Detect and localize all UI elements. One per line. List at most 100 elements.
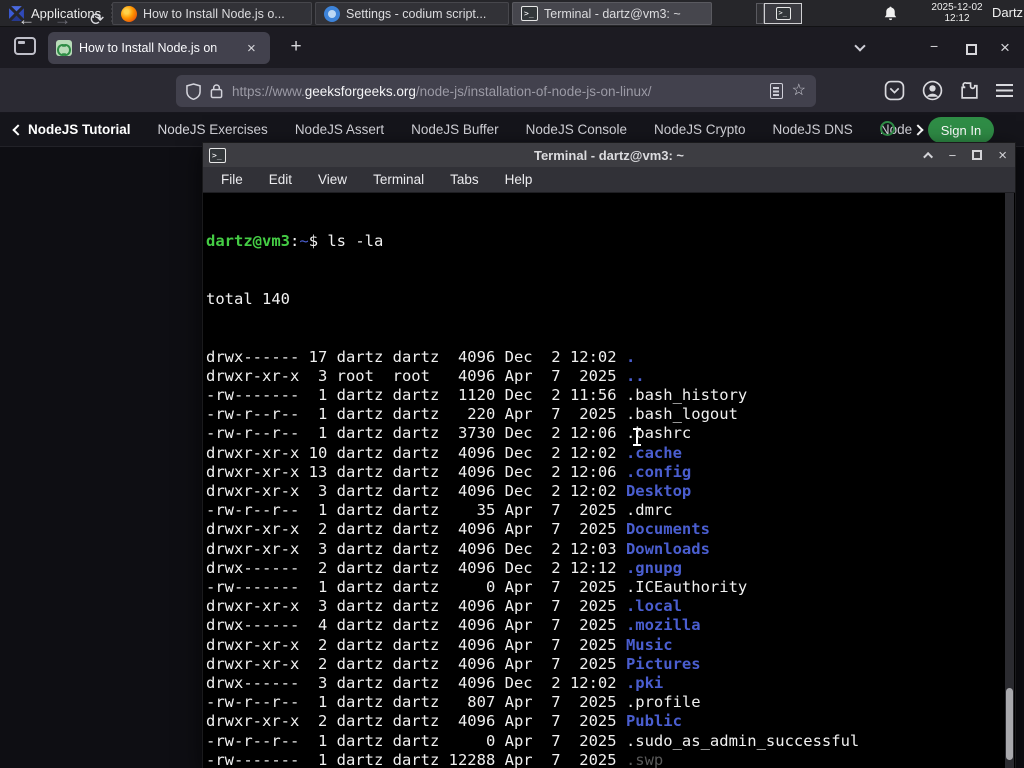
terminal-output-line: drwxr-xr-x 10 dartz dartz 4096 Dec 2 12:… (206, 443, 682, 462)
firefox-view-icon[interactable] (14, 37, 36, 55)
terminal-output-line: drwx------ 2 dartz dartz 4096 Dec 2 12:1… (206, 558, 682, 577)
terminal-output-line: drwx------ 4 dartz dartz 4096 Apr 7 2025… (206, 616, 701, 635)
terminal-scrollbar-thumb[interactable] (1006, 688, 1013, 760)
lock-icon[interactable] (210, 83, 223, 99)
terminal-listing: drwx------ 17 dartz dartz 4096 Dec 2 12:… (206, 348, 1015, 768)
window-minimize-button[interactable]: − (930, 38, 938, 54)
pocket-save-icon[interactable] (884, 80, 905, 101)
prompt-user-host: dartz@vm3 (206, 232, 290, 251)
window-close-button[interactable]: × (1000, 38, 1010, 58)
workspace-switcher[interactable]: >_ (756, 3, 802, 24)
nav-link-buffer[interactable]: NodeJS Buffer (411, 122, 499, 137)
terminal-output-line: -rw-r--r-- 1 dartz dartz 220 Apr 7 2025 … (206, 405, 738, 424)
geeksforgeeks-favicon (56, 40, 72, 56)
file-name: Documents (625, 520, 710, 539)
terminal-output-line: drwx------ 17 dartz dartz 4096 Dec 2 12:… (206, 347, 636, 366)
file-name: .ICEauthority (625, 578, 748, 597)
terminal-close-button[interactable]: × (998, 148, 1007, 163)
account-icon[interactable] (922, 80, 943, 101)
terminal-title-bar[interactable]: >_ Terminal - dartz@vm3: ~ (203, 143, 1015, 167)
reload-button[interactable]: ⟳ (90, 10, 104, 30)
url-scheme: https://www. (232, 83, 305, 99)
search-icon[interactable] (880, 121, 895, 136)
tracking-protection-shield-icon[interactable] (186, 82, 201, 100)
menu-file[interactable]: File (221, 172, 243, 187)
terminal-output-line: drwxr-xr-x 2 dartz dartz 4096 Apr 7 2025… (206, 654, 701, 673)
nav-link-crypto[interactable]: NodeJS Crypto (654, 122, 746, 137)
url-text[interactable]: https://www.geeksforgeeks.org/node-js/in… (232, 84, 761, 99)
terminal-output-line: drwx------ 3 dartz dartz 4096 Dec 2 12:0… (206, 674, 664, 693)
reader-view-icon[interactable] (769, 83, 783, 99)
menu-tabs[interactable]: Tabs (450, 172, 479, 187)
sign-in-button[interactable]: Sign In (928, 117, 994, 143)
panel-user-label[interactable]: Dartz (992, 5, 1023, 20)
file-name: .dmrc (625, 501, 673, 520)
terminal-screen[interactable]: dartz@vm3:~$ ls -la total 140 drwx------… (203, 193, 1015, 768)
file-name: .bash_logout (625, 405, 738, 424)
nav-link-assert[interactable]: NodeJS Assert (295, 122, 384, 137)
prompt-command: $ ls -la (308, 232, 384, 251)
top-panel: Applications How to Install Node.js o...… (0, 0, 1024, 27)
nav-back-link[interactable]: NodeJS Tutorial (0, 122, 131, 137)
nav-back-label: NodeJS Tutorial (28, 122, 131, 137)
menu-edit[interactable]: Edit (269, 172, 292, 187)
file-name: .bash_history (625, 386, 748, 405)
taskbar-button-codium[interactable]: Settings - codium script... (315, 2, 509, 25)
file-name: . (625, 347, 636, 366)
file-name: .local (625, 597, 682, 616)
terminal-mini-icon: >_ (775, 7, 791, 20)
app-menu-hamburger-icon[interactable] (996, 84, 1013, 97)
extensions-puzzle-icon[interactable] (959, 80, 980, 101)
file-name: Pictures (625, 654, 701, 673)
terminal-output-line: drwxr-xr-x 3 dartz dartz 4096 Apr 7 2025… (206, 597, 682, 616)
codium-icon (324, 5, 340, 22)
prompt-tilde: ~ (299, 232, 309, 251)
terminal-output-line: -rw-r--r-- 1 dartz dartz 35 Apr 7 2025 .… (206, 501, 673, 520)
terminal-output-line: -rw------- 1 dartz dartz 12288 Apr 7 202… (206, 750, 664, 768)
new-tab-button[interactable]: + (282, 34, 310, 60)
panel-clock[interactable]: 2025-12-02 12:12 (928, 2, 986, 24)
nav-link-exercises[interactable]: NodeJS Exercises (158, 122, 268, 137)
bookmark-star-icon[interactable]: ☆ (792, 83, 806, 99)
workspace-1[interactable] (756, 3, 764, 24)
browser-tab-active[interactable]: How to Install Node.js on × (48, 32, 270, 64)
terminal-title: Terminal - dartz@vm3: ~ (533, 147, 685, 163)
terminal-icon: >_ (521, 6, 538, 21)
file-name: .swp (625, 750, 664, 768)
menu-view[interactable]: View (318, 172, 347, 187)
chevron-right-icon (912, 123, 924, 136)
terminal-output-line: drwxr-xr-x 2 dartz dartz 4096 Apr 7 2025… (206, 635, 673, 654)
terminal-output-line: drwxr-xr-x 13 dartz dartz 4096 Dec 2 12:… (206, 462, 692, 481)
ibeam-mouse-cursor (632, 428, 642, 446)
url-path: /node-js/installation-of-node-js-on-linu… (415, 83, 652, 99)
url-domain: geeksforgeeks.org (304, 83, 416, 99)
terminal-maximize-button[interactable] (972, 150, 983, 160)
taskbar-button-firefox[interactable]: How to Install Node.js o... (112, 2, 312, 25)
file-name: .gnupg (625, 558, 682, 577)
forward-button[interactable]: → (54, 10, 71, 30)
notification-bell-icon[interactable] (882, 5, 899, 22)
taskbar-button-terminal[interactable]: >_ Terminal - dartz@vm3: ~ (512, 2, 712, 25)
file-name: .. (625, 366, 645, 385)
terminal-scrollbar[interactable] (1005, 193, 1014, 768)
terminal-total-line: total 140 (206, 290, 290, 309)
terminal-output-line: -rw-r--r-- 1 dartz dartz 807 Apr 7 2025 … (206, 693, 701, 712)
window-maximize-button[interactable] (966, 44, 977, 55)
workspace-2-active[interactable]: >_ (764, 3, 802, 24)
back-button[interactable]: ← (18, 10, 35, 30)
tab-close-icon[interactable]: × (244, 40, 259, 57)
terminal-output-line: drwxr-xr-x 3 root root 4096 Apr 7 2025 .… (206, 366, 645, 385)
file-name: .config (625, 462, 692, 481)
url-bar[interactable]: https://www.geeksforgeeks.org/node-js/in… (176, 75, 816, 107)
nav-link-console[interactable]: NodeJS Console (526, 122, 627, 137)
file-name: .sudo_as_admin_successful (625, 731, 860, 750)
file-name: Downloads (625, 539, 710, 558)
nav-link-dns[interactable]: NodeJS DNS (773, 122, 853, 137)
terminal-minimize-button[interactable]: − (949, 149, 957, 162)
terminal-window: >_ Terminal - dartz@vm3: ~ − × File Edit… (202, 142, 1016, 768)
menu-help[interactable]: Help (505, 172, 533, 187)
terminal-output-line: -rw------- 1 dartz dartz 0 Apr 7 2025 .I… (206, 578, 748, 597)
menu-terminal[interactable]: Terminal (373, 172, 424, 187)
taskbar-button-label: Terminal - dartz@vm3: ~ (544, 6, 681, 21)
terminal-output-line: -rw------- 1 dartz dartz 1120 Dec 2 11:5… (206, 386, 748, 405)
